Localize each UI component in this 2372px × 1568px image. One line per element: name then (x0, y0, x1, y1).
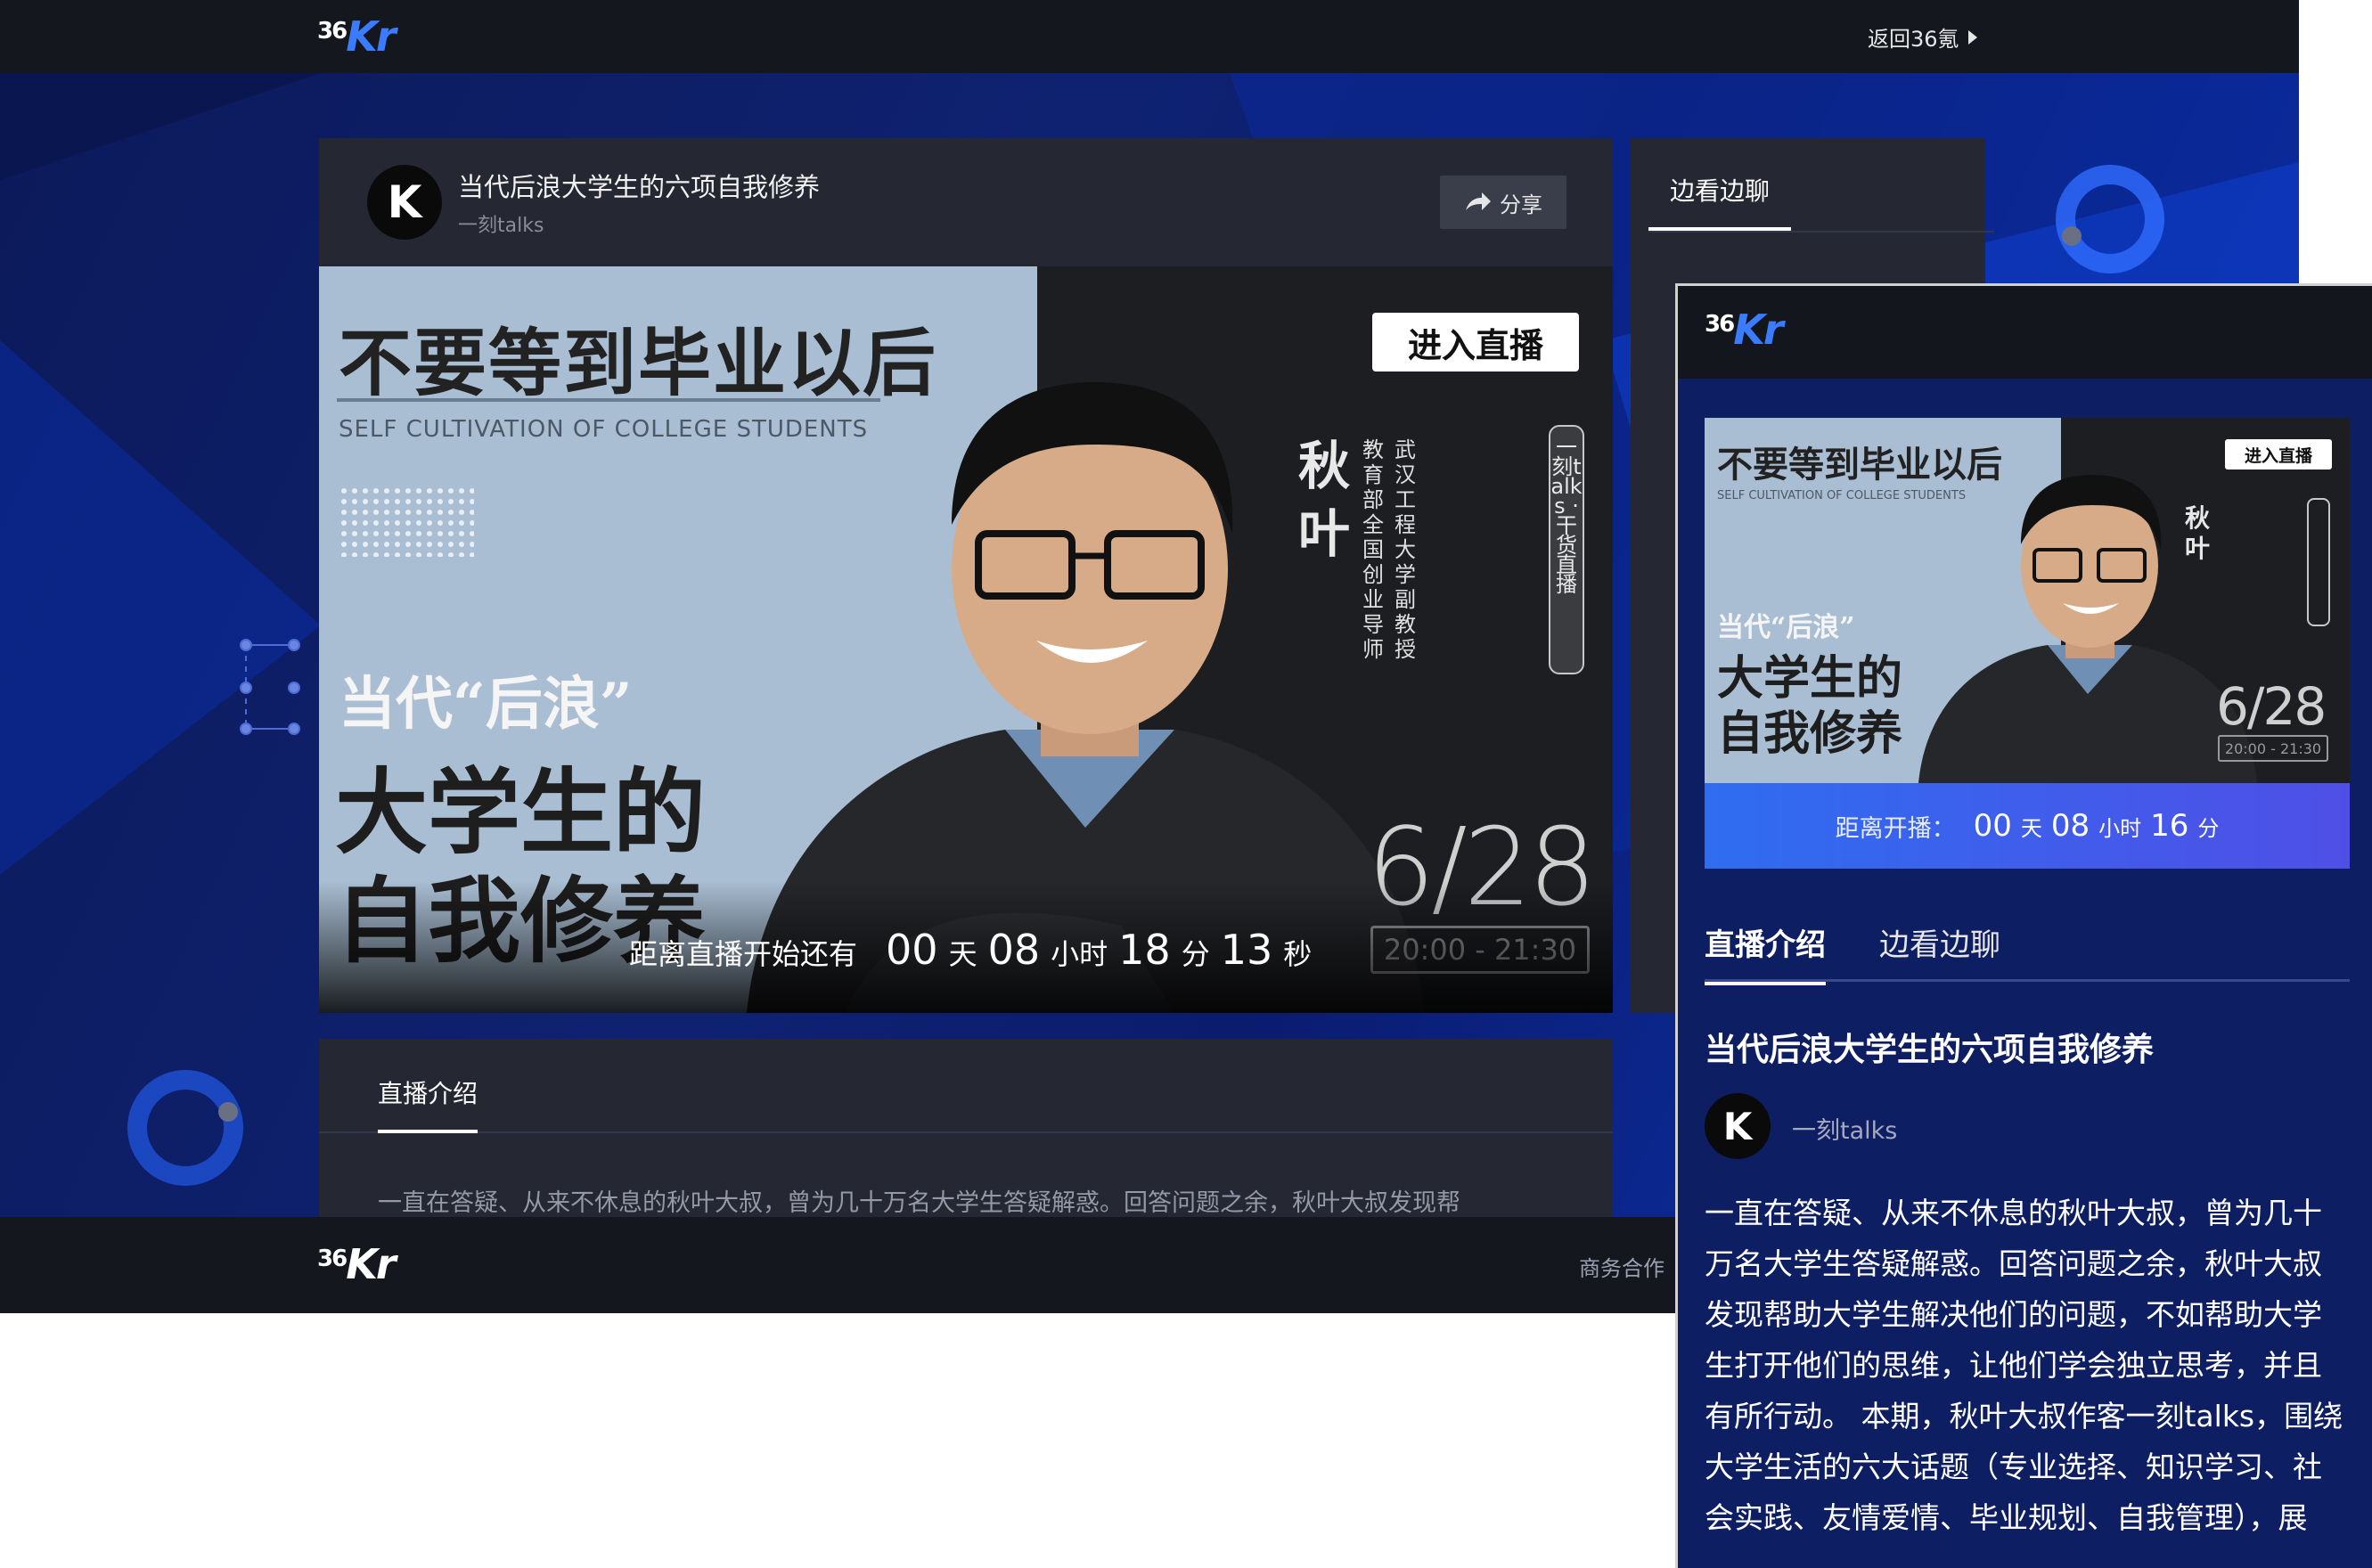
mobile-poster-quote: 当代“后浪” (1717, 612, 1855, 643)
series-tag: 一刻talks · 干货直播 (1549, 425, 1584, 674)
mobile-countdown-days: 00 (1973, 808, 2012, 844)
author-avatar[interactable]: K (367, 165, 442, 240)
mobile-header: 36Kr (1678, 286, 2372, 379)
enter-live-button[interactable]: 进入直播 (1372, 313, 1579, 372)
back-to-36kr-link[interactable]: 返回36氪 (1868, 21, 1977, 53)
speaker-name-char-1: 秋 (1297, 436, 1350, 496)
mobile-36kr-logo[interactable]: 36Kr (1705, 306, 1784, 354)
back-link-label: 返回36氪 (1868, 27, 1959, 52)
countdown-label: 距离直播开始还有 (629, 937, 858, 971)
share-arrow-icon (1466, 192, 1491, 210)
live-poster[interactable]: 不要等到毕业以后 SELF CULTIVATION OF COLLEGE STU… (319, 266, 1613, 1013)
intro-line: 会实践、友情爱情、毕业规划、自我管理），展 (1705, 1500, 2308, 1535)
author-name[interactable]: 一刻talks (458, 209, 544, 238)
intro-line: 大学生活的六大话题（专业选择、知识学习、社 (1705, 1450, 2322, 1484)
countdown-days-unit: 天 (948, 937, 977, 971)
mobile-poster-big-2: 自我修养 (1717, 706, 1903, 761)
mobile-countdown-days-unit: 天 (2020, 815, 2042, 841)
mobile-speaker-name: 秋 叶 (2184, 503, 2211, 564)
intro-line: 有所行动。 本期，秋叶大叔作客一刻talks，围绕 (1705, 1399, 2343, 1433)
intro-text-preview: 一直在答疑、从来不休息的秋叶大叔，曾为几十万名大学生答疑解惑。回答问题之余，秋叶… (378, 1189, 1460, 1217)
countdown-minutes-unit: 分 (1181, 937, 1210, 971)
speaker-name-char-2: 叶 (1297, 503, 1350, 564)
mobile-countdown-banner: 距离开播： 00 天 08 小时 16 分 (1705, 783, 2350, 869)
mobile-countdown-label: 距离开播： (1835, 814, 1956, 843)
headline-divider (337, 398, 880, 402)
intro-line: 万名大学生答疑解惑。回答问题之余，秋叶大叔 (1705, 1246, 2322, 1281)
speaker-name: 秋 叶 (1297, 432, 1351, 568)
dot-pattern (340, 487, 474, 557)
speaker-title-2: 教育部全国创业导师 (1362, 437, 1384, 662)
top-navbar: 36Kr 返回36氪 (0, 0, 2299, 73)
mobile-speaker-name-char-1: 秋 (2184, 503, 2210, 533)
countdown-hours-unit: 小时 (1051, 937, 1108, 971)
tab-live-intro[interactable]: 直播介绍 (378, 1074, 478, 1133)
intro-panel: 直播介绍 一直在答疑、从来不休息的秋叶大叔，曾为几十万名大学生答疑解惑。回答问题… (319, 1039, 1613, 1226)
mobile-poster-time-range: 20:00 - 21:30 (2218, 735, 2328, 762)
footer-business-link[interactable]: 商务合作 (1579, 1251, 1664, 1282)
intro-line: 发现帮助大学生解决他们的问题，不如帮助大学 (1705, 1297, 2322, 1332)
mobile-poster-subtitle-en: SELF CULTIVATION OF COLLEGE STUDENTS (1717, 489, 1967, 502)
mobile-countdown-hours-unit: 小时 (2098, 815, 2142, 841)
live-header: K 当代后浪大学生的六项自我修养 一刻talks 分享 (319, 138, 1613, 266)
mobile-enter-live-button[interactable]: 进入直播 (2225, 439, 2332, 470)
mobile-countdown-minutes-unit: 分 (2197, 815, 2220, 841)
mobile-author-avatar[interactable]: K (1705, 1093, 1771, 1159)
poster-headline: 不要等到毕业以后 (339, 321, 938, 406)
mobile-poster[interactable]: 不要等到毕业以后 SELF CULTIVATION OF COLLEGE STU… (1705, 418, 2350, 783)
mobile-speaker-name-char-2: 叶 (2184, 534, 2210, 563)
countdown-seconds-unit: 秒 (1283, 937, 1313, 971)
share-label: 分享 (1500, 192, 1542, 217)
mobile-countdown-minutes: 16 (2150, 808, 2189, 844)
poster-quote-line: 当代“后浪” (339, 671, 633, 738)
footer-36kr-logo[interactable]: 36Kr (317, 1240, 397, 1288)
mobile-poster-headline: 不要等到毕业以后 (1717, 444, 2002, 486)
countdown-hours: 08 (987, 926, 1041, 974)
mobile-author-name[interactable]: 一刻talks (1792, 1111, 1897, 1146)
intro-line: 一直在答疑、从来不休息的秋叶大叔，曾为几十 (1705, 1196, 2322, 1230)
countdown-days: 00 (886, 926, 938, 974)
tab-side-chat[interactable]: 边看边聊 (1648, 172, 1792, 231)
mobile-intro-text: 一直在答疑、从来不休息的秋叶大叔，曾为几十 万名大学生答疑解惑。回答问题之余，秋… (1705, 1188, 2364, 1543)
mobile-tab-intro[interactable]: 直播介绍 (1705, 920, 1826, 985)
intro-line: 生打开他们的思维，让他们学会独立思考，并且 (1705, 1348, 2322, 1383)
mobile-series-tag (2307, 498, 2330, 626)
mobile-view: 36Kr 不要等到毕业以后 SELF CULTIVATION OF COLLEG… (1675, 283, 2372, 1568)
share-button[interactable]: 分享 (1440, 176, 1566, 229)
mobile-countdown-hours: 08 (2050, 808, 2090, 844)
poster-subtitle-en: SELF CULTIVATION OF COLLEGE STUDENTS (339, 416, 869, 443)
live-title: 当代后浪大学生的六项自我修养 (458, 172, 821, 202)
countdown-minutes: 18 (1118, 926, 1171, 974)
intro-tab-divider (319, 1131, 1613, 1133)
mobile-poster-date: 6/28 (2216, 676, 2327, 737)
mobile-tab-chat[interactable]: 边看边聊 (1879, 920, 2000, 964)
countdown-seconds: 13 (1220, 926, 1273, 974)
caret-right-icon (1967, 29, 1977, 45)
36kr-logo[interactable]: 36Kr (317, 12, 397, 61)
mobile-live-title: 当代后浪大学生的六项自我修养 (1705, 1032, 2155, 1068)
countdown-bar: 距离直播开始还有 00 天 08 小时 18 分 13 秒 (629, 926, 1312, 974)
speaker-title-1: 武汉工程大学副教授 (1395, 437, 1416, 662)
